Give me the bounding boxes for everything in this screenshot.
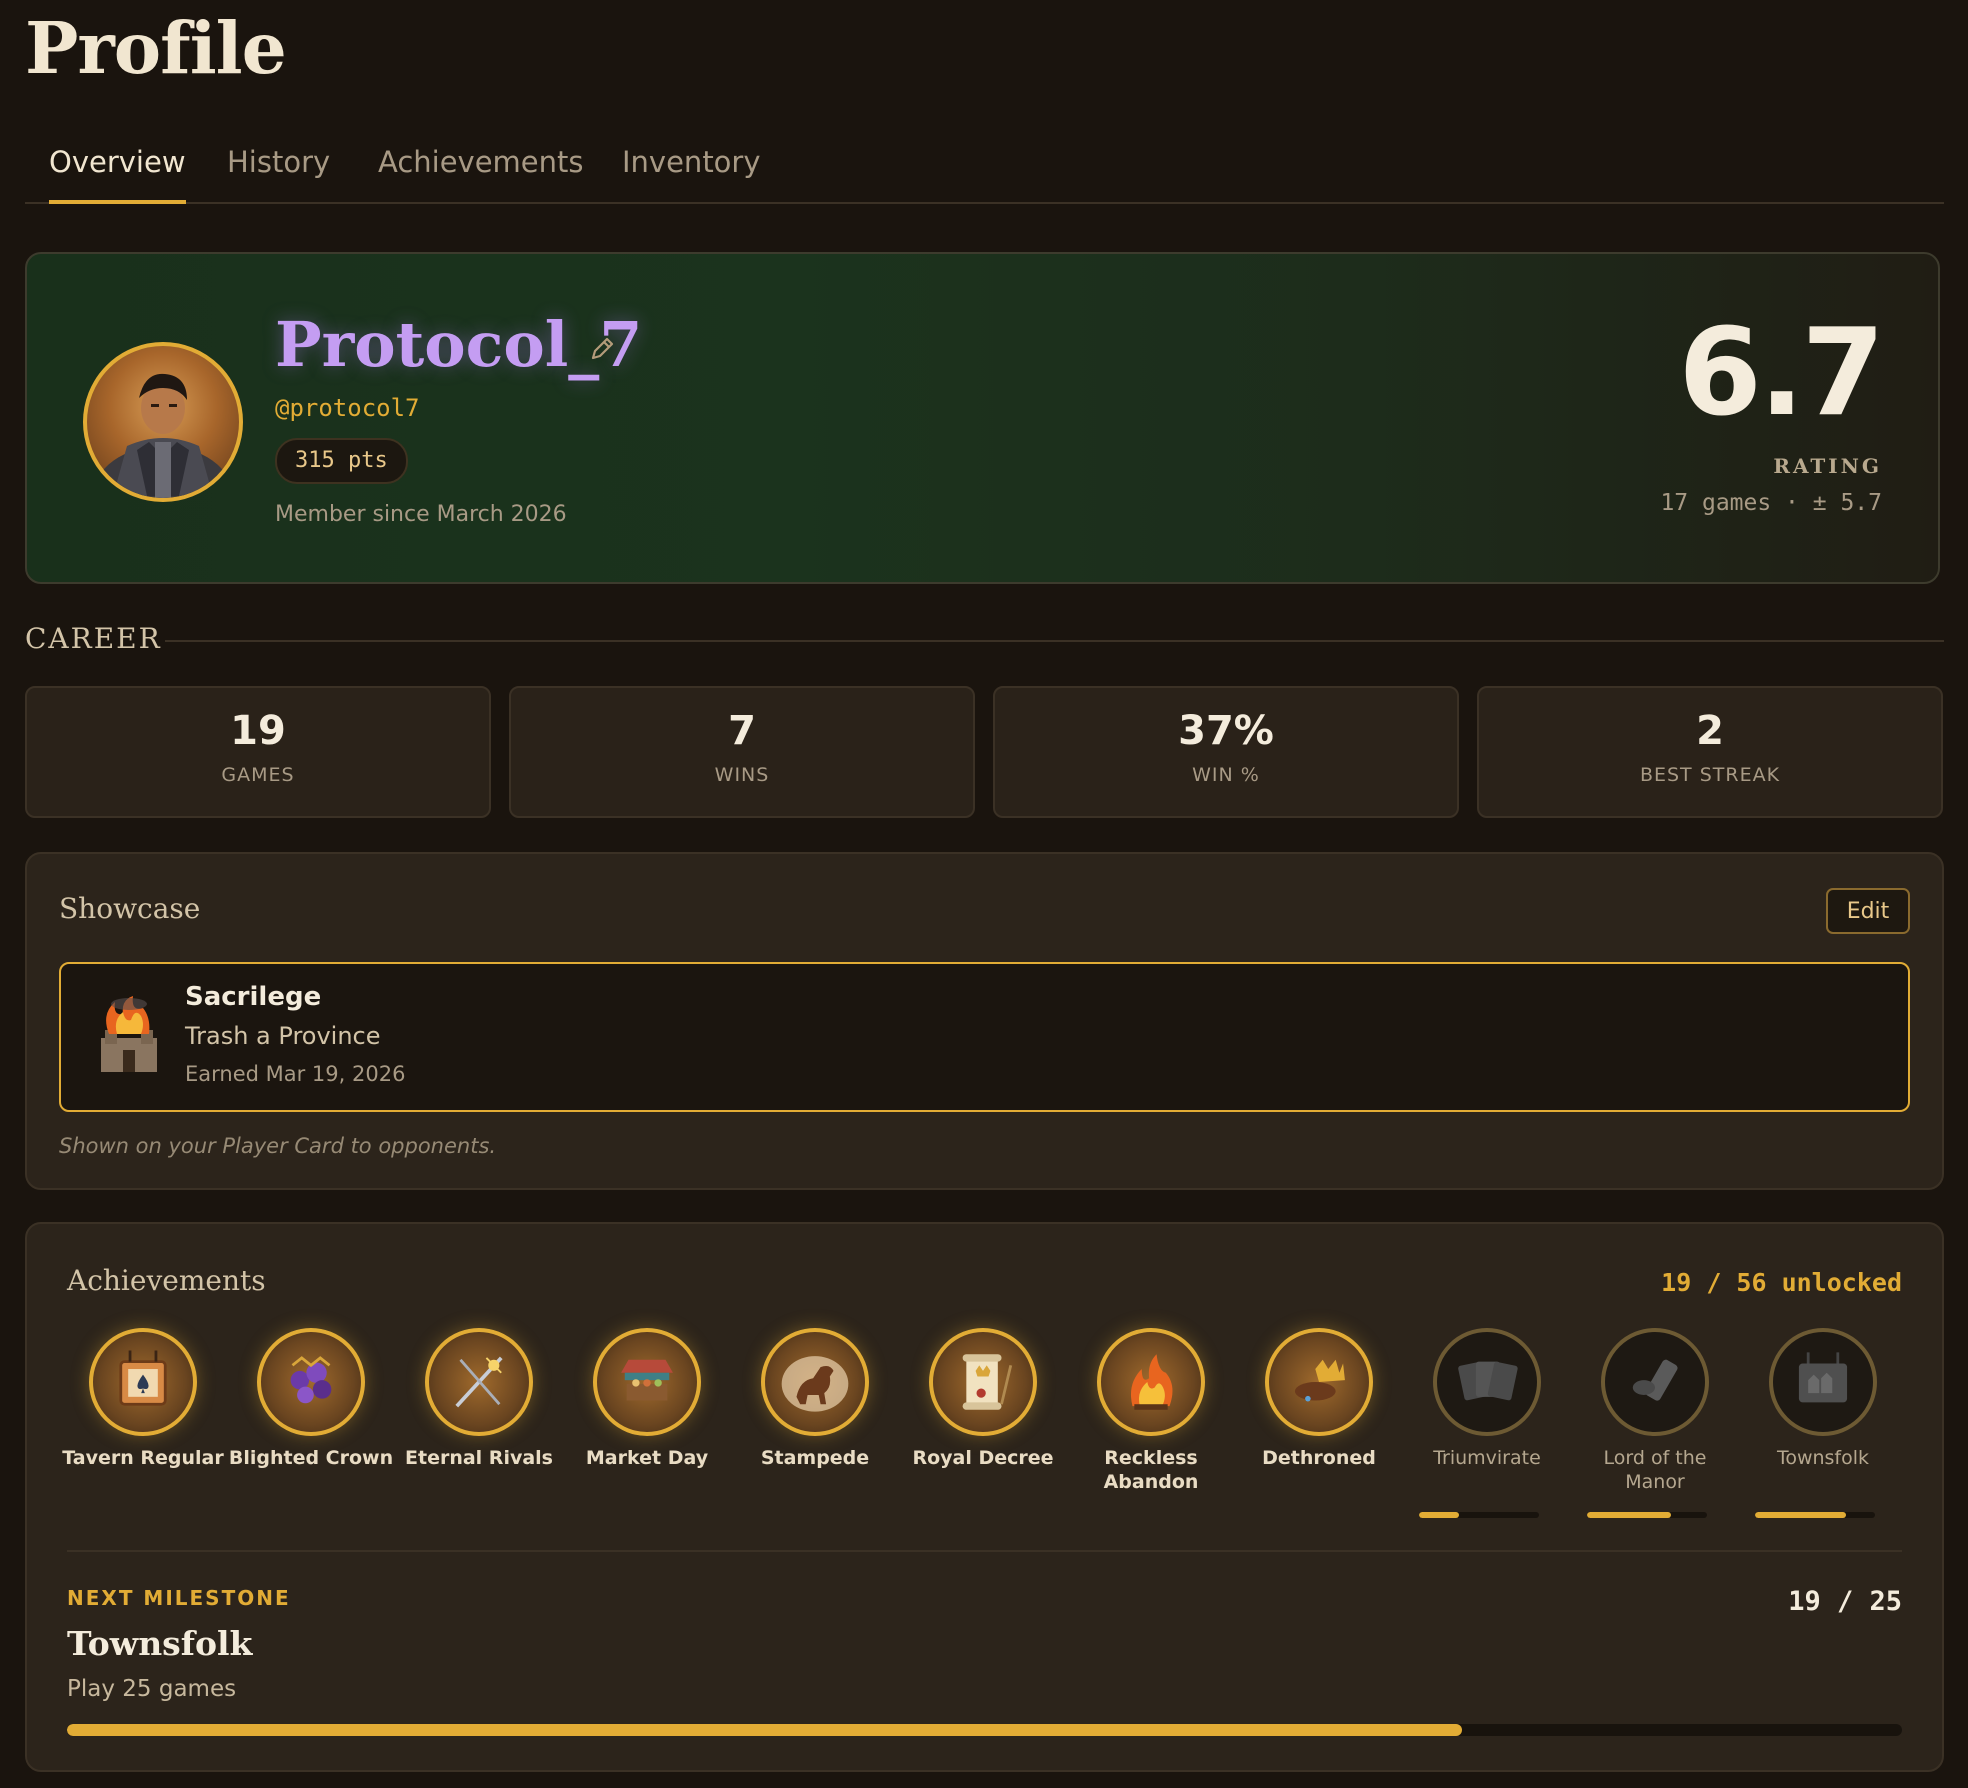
stat-value: 37% xyxy=(1178,708,1274,754)
milestone-name: Townsfolk xyxy=(67,1624,253,1663)
achievements-title: Achievements xyxy=(67,1264,266,1297)
town-sign-icon xyxy=(1769,1328,1877,1436)
next-milestone-label: NEXT MILESTONE xyxy=(67,1586,291,1610)
showcase-item-description: Trash a Province xyxy=(185,1022,381,1050)
achievement-badge[interactable]: Eternal Rivals xyxy=(395,1328,563,1470)
achievements-divider xyxy=(67,1550,1902,1552)
showcase-note: Shown on your Player Card to opponents. xyxy=(59,1134,497,1158)
achievement-badge[interactable]: Tavern Regular xyxy=(59,1328,227,1470)
achievement-badge[interactable]: Dethroned xyxy=(1235,1328,1403,1470)
badge-name: Eternal Rivals xyxy=(405,1447,553,1469)
edit-pencil-icon[interactable] xyxy=(587,334,617,364)
three-cards-icon xyxy=(1433,1328,1541,1436)
achievement-badge[interactable]: Reckless Abandon xyxy=(1067,1328,1235,1494)
badge-progress-fill xyxy=(1587,1512,1671,1518)
stat-label: GAMES xyxy=(221,764,295,786)
badge-progress-bar xyxy=(1587,1512,1707,1518)
badge-name: Triumvirate xyxy=(1433,1447,1541,1469)
stat-value: 2 xyxy=(1696,708,1724,754)
achievement-badge[interactable]: Lord of the Manor xyxy=(1571,1328,1739,1518)
achievement-badge[interactable]: Royal Decree xyxy=(899,1328,1067,1470)
milestone-progress-bar xyxy=(67,1724,1902,1736)
stat-card-best-streak: 2 BEST STREAK xyxy=(1477,686,1943,818)
stat-label: WIN % xyxy=(1192,764,1260,786)
page-title: Profile xyxy=(25,6,287,90)
badge-name: Tavern Regular xyxy=(62,1447,224,1469)
crossed-swords-icon xyxy=(425,1328,533,1436)
showcase-item-earned: Earned Mar 19, 2026 xyxy=(185,1062,406,1086)
badge-name: Royal Decree xyxy=(912,1447,1054,1469)
showcase-achievement[interactable]: Sacrilege Trash a Province Earned Mar 19… xyxy=(59,962,1910,1112)
edit-showcase-button[interactable]: Edit xyxy=(1826,888,1910,934)
player-hero-card: Protocol_7 @protocol7 315 pts Member sin… xyxy=(25,252,1940,584)
milestone-progress-fill xyxy=(67,1724,1462,1736)
rating-label: RATING xyxy=(1773,454,1882,478)
rating-value: 6.7 xyxy=(1678,304,1885,443)
badge-name: Townsfolk xyxy=(1776,1447,1870,1469)
achievement-badge[interactable]: Market Day xyxy=(563,1328,731,1470)
badge-name: Blighted Crown xyxy=(228,1447,394,1469)
achievement-badge[interactable]: Townsfolk xyxy=(1739,1328,1907,1518)
badge-name: Stampede xyxy=(760,1447,870,1469)
tavern-sign-icon xyxy=(89,1328,197,1436)
achievement-badge[interactable]: Blighted Crown xyxy=(227,1328,395,1470)
market-stall-icon xyxy=(593,1328,701,1436)
stat-card-win-percent: 37% WIN % xyxy=(993,686,1459,818)
stat-value: 19 xyxy=(230,708,286,754)
stat-card-wins: 7 WINS xyxy=(509,686,975,818)
stat-value: 7 xyxy=(728,708,756,754)
achievements-panel: Achievements 19 / 56 unlocked Tavern Reg… xyxy=(25,1222,1944,1772)
rating-subtext: 17 games · ± 5.7 xyxy=(1660,490,1882,516)
milestone-description: Play 25 games xyxy=(67,1676,237,1702)
showcase-item-name: Sacrilege xyxy=(185,982,322,1012)
blighted-crown-icon xyxy=(257,1328,365,1436)
burning-castle-icon xyxy=(91,994,167,1080)
stat-label: BEST STREAK xyxy=(1639,764,1781,786)
stat-card-games: 19 GAMES xyxy=(25,686,491,818)
showcase-title: Showcase xyxy=(59,892,201,925)
tab-inventory[interactable]: Inventory xyxy=(622,140,761,202)
achievements-count: 19 / 56 unlocked xyxy=(1661,1268,1902,1297)
fallen-crown-icon xyxy=(1265,1328,1373,1436)
badge-progress-fill xyxy=(1419,1512,1459,1518)
badge-name: Lord of the Manor xyxy=(1603,1447,1707,1493)
achievement-badge[interactable]: Stampede xyxy=(731,1328,899,1470)
scroll-icon xyxy=(929,1328,1037,1436)
tab-history[interactable]: History xyxy=(227,140,330,202)
player-handle: @protocol7 xyxy=(275,394,420,422)
scroll-pile-icon xyxy=(1601,1328,1709,1436)
bonfire-icon xyxy=(1097,1328,1205,1436)
profile-tabs: Overview History Achievements Inventory xyxy=(25,140,1944,204)
badge-name: Market Day xyxy=(585,1447,709,1469)
badge-progress-fill xyxy=(1755,1512,1847,1518)
tab-overview[interactable]: Overview xyxy=(49,140,186,204)
milestone-count: 19 / 25 xyxy=(1788,1586,1902,1617)
showcase-panel: Showcase Edit Sacrilege Trash a Province… xyxy=(25,852,1944,1190)
points-badge: 315 pts xyxy=(275,438,408,484)
avatar xyxy=(83,342,243,502)
horse-icon xyxy=(761,1328,869,1436)
member-since: Member since March 2026 xyxy=(275,502,567,527)
badge-progress-bar xyxy=(1419,1512,1539,1518)
badge-progress-bar xyxy=(1755,1512,1875,1518)
achievement-badge[interactable]: Triumvirate xyxy=(1403,1328,1571,1518)
career-divider xyxy=(165,640,1944,642)
badge-name: Dethroned xyxy=(1262,1447,1376,1469)
tab-achievements[interactable]: Achievements xyxy=(378,140,584,202)
stat-label: WINS xyxy=(714,764,770,786)
career-heading: CAREER xyxy=(25,622,162,655)
badge-name: Reckless Abandon xyxy=(1103,1447,1199,1493)
